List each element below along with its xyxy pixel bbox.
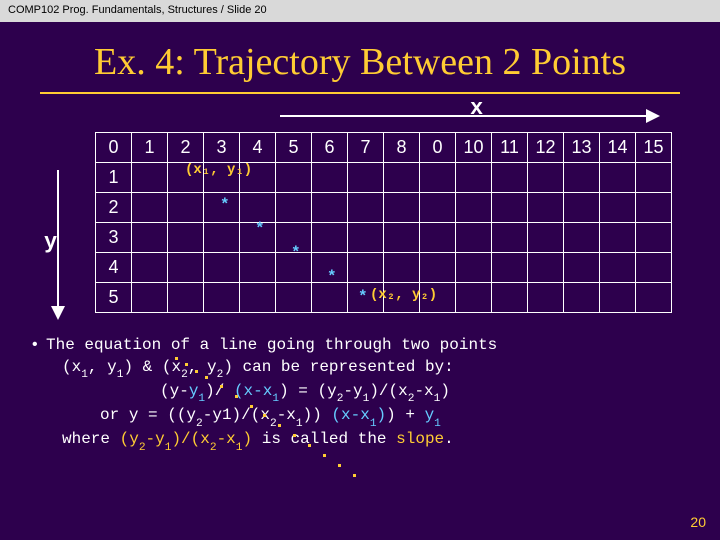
traj-star: * [291,244,301,262]
header-row: 0123 4567 801011 12131415 [96,133,672,163]
grid-diagram: x y 0123 4567 801011 12131415 1 2 3 4 5 … [40,100,680,325]
traj-star: * [327,268,337,286]
slide-title: Ex. 4: Trajectory Between 2 Points [0,40,720,84]
slide-header: COMP102 Prog. Fundamentals, Structures /… [0,0,720,22]
traj-star: * [255,220,265,238]
point2-label: (x₂, y₂) [370,287,437,303]
page-number: 20 [690,514,706,530]
body-text: •The equation of a line going through tw… [0,325,720,454]
x-axis-label: x [470,96,483,121]
y-axis-label: y [44,230,57,255]
traj-star: * [220,196,230,214]
traj-star: * [358,288,368,306]
grid-table: 0123 4567 801011 12131415 1 2 3 4 5 [95,132,672,313]
point1-label: (x₁, y₁) [185,162,252,178]
title-underline [40,92,680,94]
